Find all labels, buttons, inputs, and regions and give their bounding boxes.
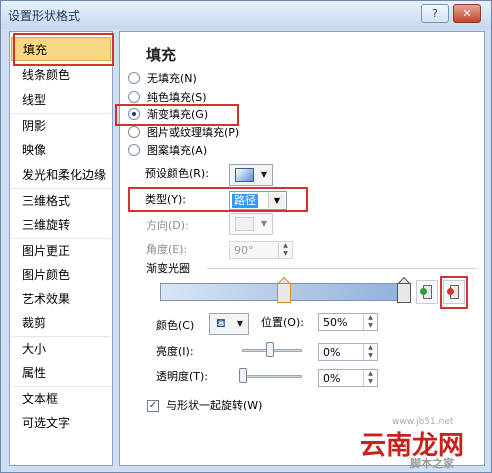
brightness-slider-thumb[interactable] (266, 342, 274, 357)
sidebar-item-shadow[interactable]: 阴影 (11, 114, 111, 138)
stop-body (397, 283, 411, 303)
spin-up-icon[interactable]: ▲ (364, 344, 377, 352)
direction-button[interactable]: ▼ (229, 213, 273, 235)
spin-buttons[interactable]: ▲ ▼ (363, 344, 377, 360)
radio-icon (128, 72, 140, 84)
brightness-value: 0% (323, 346, 341, 359)
gradient-stops-label: 渐变光圈 (146, 262, 190, 275)
spin-buttons[interactable]: ▲ ▼ (363, 314, 377, 330)
stop-body (277, 283, 291, 303)
position-stepper[interactable]: 50% ▲ ▼ (318, 313, 378, 331)
close-button[interactable]: ✕ (453, 4, 481, 23)
radio-icon (128, 144, 140, 156)
spin-up-icon[interactable]: ▲ (364, 370, 377, 378)
sidebar-item-line-color[interactable]: 线条颜色 (11, 63, 111, 87)
sidebar-item-properties[interactable]: 属性 (11, 361, 111, 385)
spin-buttons[interactable]: ▲ ▼ (278, 242, 292, 258)
category-list: 填充 线条颜色 线型 阴影 映像 发光和柔化边缘 三维格式 三维旋转 图片更正 … (9, 31, 113, 466)
chevron-down-icon: ▼ (260, 170, 267, 179)
highlight-box (13, 33, 114, 66)
window-title: 设置形状格式 (8, 9, 81, 23)
angle-value: 90° (234, 244, 254, 257)
radio-label: 无填充(N) (147, 72, 197, 85)
radio-pattern-fill[interactable]: 图案填充(A) (128, 143, 207, 159)
spin-up-icon[interactable]: ▲ (364, 314, 377, 322)
chevron-down-icon: ▼ (236, 319, 243, 328)
radio-label: 图案填充(A) (147, 144, 208, 157)
transparency-slider-thumb[interactable] (239, 368, 247, 383)
gradient-swatch-icon (235, 168, 254, 182)
preset-colors-label: 预设颜色(R): (145, 167, 209, 180)
sidebar-item-text-box[interactable]: 文本框 (11, 387, 111, 411)
radio-icon (128, 126, 140, 138)
add-icon (420, 288, 427, 295)
gradient-stop-handle[interactable] (396, 276, 412, 305)
sidebar-item-size[interactable]: 大小 (11, 337, 111, 361)
position-value: 50% (323, 316, 348, 329)
chevron-down-icon: ▼ (260, 219, 267, 228)
add-stop-button[interactable] (416, 280, 438, 304)
spin-down-icon[interactable]: ▼ (279, 250, 292, 258)
preset-colors-button[interactable]: ▼ (229, 164, 273, 186)
sidebar-item-crop[interactable]: 裁剪 (11, 311, 111, 335)
radio-picture-fill[interactable]: 图片或纹理填充(P) (128, 125, 239, 141)
rotate-with-shape-checkbox[interactable]: ✓ (147, 400, 159, 412)
rotate-with-shape-label: 与形状一起旋转(W) (166, 399, 263, 412)
angle-stepper[interactable]: 90° ▲ ▼ (229, 241, 293, 259)
transparency-slider[interactable] (242, 375, 302, 378)
transparency-label: 透明度(T): (156, 370, 209, 383)
angle-label: 角度(E): (146, 243, 188, 256)
sidebar-item-picture-color[interactable]: 图片颜色 (11, 263, 111, 287)
section-divider (207, 268, 477, 269)
direction-swatch-icon (235, 217, 254, 231)
position-label: 位置(O): (261, 316, 304, 329)
spin-up-icon[interactable]: ▲ (279, 242, 292, 250)
sidebar-item-alt-text[interactable]: 可选文字 (11, 411, 111, 435)
highlight-box (440, 276, 468, 309)
brightness-label: 亮度(I): (156, 345, 194, 358)
transparency-stepper[interactable]: 0% ▲ ▼ (318, 369, 378, 387)
transparency-value: 0% (323, 372, 341, 385)
radio-no-fill[interactable]: 无填充(N) (128, 71, 197, 87)
stop-color-button[interactable]: ⛾ ▼ (209, 313, 249, 335)
radio-label: 图片或纹理填充(P) (147, 126, 240, 139)
color-label: 颜色(C) (156, 319, 195, 332)
sidebar-item-glow[interactable]: 发光和柔化边缘 (11, 163, 111, 187)
gradient-stop-handle[interactable] (276, 276, 292, 305)
paint-bucket-icon: ⛾ (216, 316, 226, 330)
watermark-url: www.jb51.net (392, 417, 454, 427)
sidebar-item-artistic-effects[interactable]: 艺术效果 (11, 287, 111, 311)
help-button[interactable]: ? (421, 4, 449, 23)
spin-buttons[interactable]: ▲ ▼ (363, 370, 377, 386)
radio-icon (128, 91, 140, 103)
sidebar-item-3d-rotation[interactable]: 三维旋转 (11, 213, 111, 237)
spin-down-icon[interactable]: ▼ (364, 352, 377, 360)
title-bar: 设置形状格式 ? ✕ (1, 1, 491, 29)
sidebar-item-line-style[interactable]: 线型 (11, 88, 111, 112)
sidebar-item-reflection[interactable]: 映像 (11, 138, 111, 162)
spin-down-icon[interactable]: ▼ (364, 378, 377, 386)
highlight-box (128, 187, 308, 212)
highlight-box (115, 104, 239, 126)
radio-label: 纯色填充(S) (147, 91, 207, 104)
sidebar-item-3d-format[interactable]: 三维格式 (11, 189, 111, 213)
watermark-sub-text: 脚本之家 (410, 457, 454, 470)
brightness-stepper[interactable]: 0% ▲ ▼ (318, 343, 378, 361)
page-title: 填充 (146, 46, 177, 64)
direction-label: 方向(D): (146, 219, 189, 232)
spin-down-icon[interactable]: ▼ (364, 322, 377, 330)
sidebar-item-picture-corrections[interactable]: 图片更正 (11, 239, 111, 263)
